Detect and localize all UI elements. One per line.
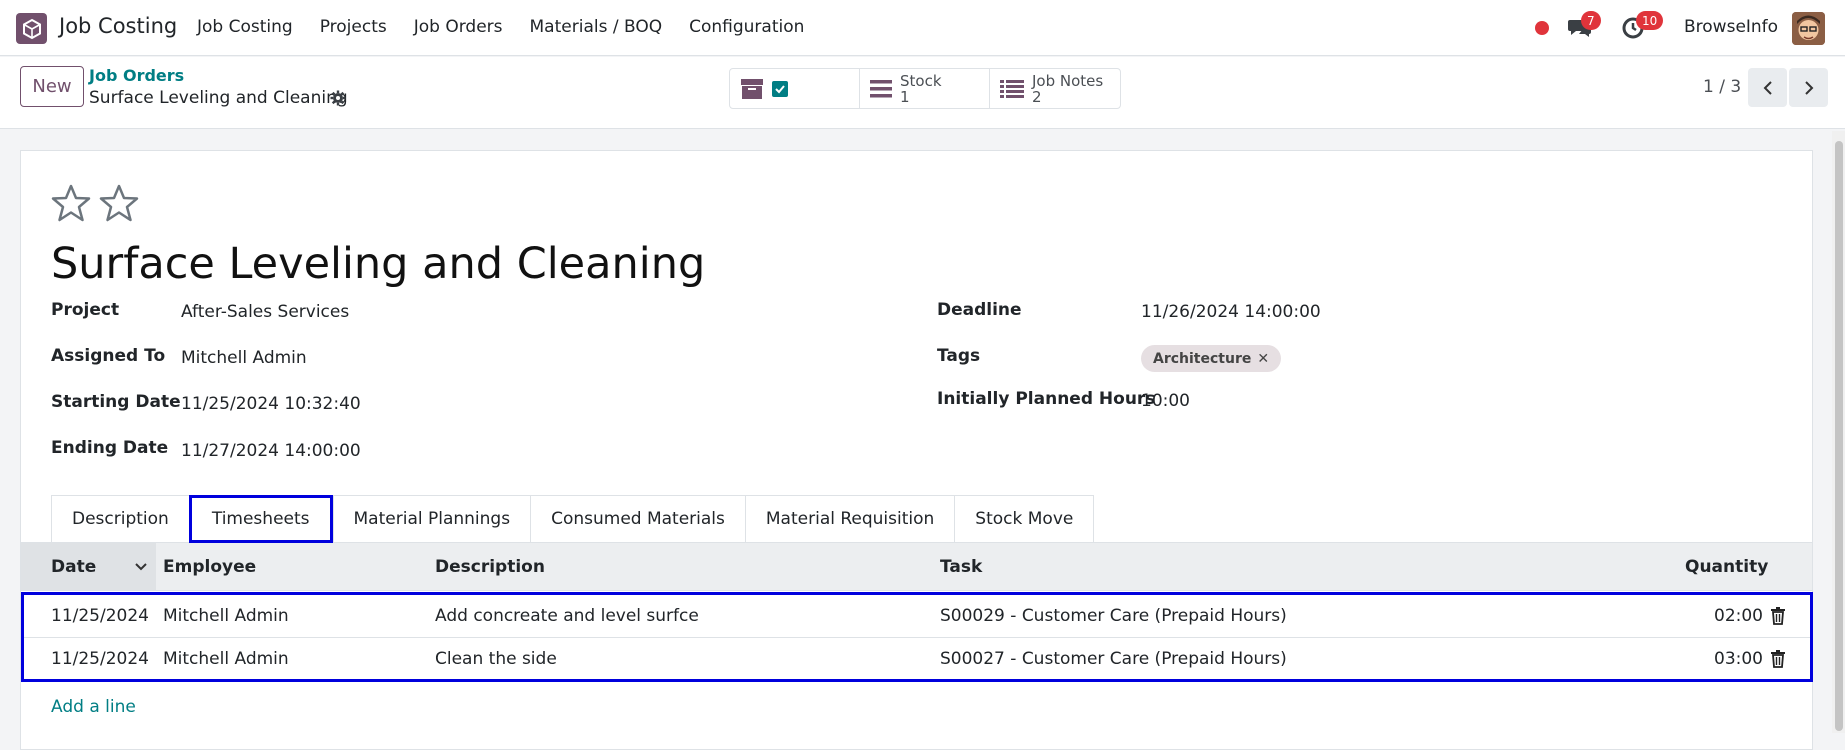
starting-date-field[interactable]: 11/25/2024 10:32:40 [181, 394, 361, 414]
pager-value[interactable]: 1 / 3 [1703, 77, 1741, 97]
table-row[interactable]: 11/25/2024 Mitchell Admin Clean the side… [24, 637, 1810, 679]
job-notes-label: Job Notes [1032, 71, 1104, 90]
add-line-link[interactable]: Add a line [51, 697, 136, 717]
deadline-label: Deadline [937, 300, 1022, 320]
menu-item-materials-boq[interactable]: Materials / BOQ [530, 17, 663, 37]
chevron-left-icon [1763, 80, 1772, 95]
planned-hours-label: Initially Planned Hours [937, 389, 1156, 409]
quantity-header[interactable]: Quantity [1685, 557, 1768, 577]
chevron-down-icon [135, 563, 147, 571]
date-column-header[interactable]: Date [21, 543, 156, 591]
star-outline-icon[interactable] [51, 184, 91, 222]
row-quantity[interactable]: 02:00 [1714, 606, 1763, 626]
assigned-to-label: Assigned To [51, 346, 166, 366]
date-header-label: Date [51, 557, 97, 577]
row-description[interactable]: Clean the side [435, 649, 557, 669]
menu-item-job-costing[interactable]: Job Costing [197, 17, 293, 37]
tag-label: Architecture [1153, 350, 1252, 367]
top-navbar: Job Costing Job Costing Projects Job Ord… [0, 0, 1845, 56]
recording-indicator-icon[interactable] [1535, 21, 1549, 35]
scrollbar-thumb[interactable] [1835, 141, 1843, 731]
row-date[interactable]: 11/25/2024 [51, 649, 149, 669]
stock-count: 1 [900, 87, 910, 106]
user-avatar[interactable] [1792, 12, 1825, 45]
job-notes-smart-button[interactable]: Job Notes 2 [990, 69, 1120, 108]
company-switcher[interactable]: BrowseInfo [1684, 17, 1778, 37]
star-outline-icon[interactable] [99, 184, 139, 222]
pager-previous-button[interactable] [1748, 68, 1787, 107]
new-button[interactable]: New [20, 66, 84, 107]
starting-date-label: Starting Date [51, 392, 181, 412]
pager-next-button[interactable] [1789, 68, 1828, 107]
main-menu: Job Costing Projects Job Orders Material… [197, 17, 804, 37]
project-label: Project [51, 300, 120, 320]
messages-badge: 7 [1581, 11, 1601, 30]
row-employee[interactable]: Mitchell Admin [163, 606, 289, 626]
tags-label: Tags [937, 346, 981, 366]
stock-label: Stock [900, 71, 942, 90]
description-header[interactable]: Description [435, 557, 545, 577]
tab-timesheets[interactable]: Timesheets [188, 495, 333, 543]
planned-hours-field[interactable]: 10:00 [1141, 391, 1190, 411]
checkbox-checked-icon [772, 80, 788, 97]
row-description[interactable]: Add concreate and level surfce [435, 606, 699, 626]
trash-icon[interactable] [1770, 607, 1786, 625]
gear-icon[interactable] [330, 90, 346, 106]
table-row[interactable]: 11/25/2024 Mitchell Admin Add concreate … [24, 595, 1810, 637]
row-quantity[interactable]: 03:00 [1714, 649, 1763, 669]
archive-toggle-button[interactable] [730, 69, 860, 108]
page-scrollbar[interactable] [1832, 131, 1845, 733]
table-header: Date Employee Description Task Quantity [21, 543, 1812, 591]
row-date[interactable]: 11/25/2024 [51, 606, 149, 626]
form-sheet: Surface Leveling and Cleaning Project Af… [20, 150, 1813, 750]
job-notes-count: 2 [1032, 87, 1042, 106]
tag-badge[interactable]: Architecture ✕ [1141, 345, 1282, 372]
notebook-tabs: Description Timesheets Material Planning… [51, 495, 1095, 543]
deadline-field[interactable]: 11/26/2024 14:00:00 [1141, 302, 1321, 322]
tab-material-plannings[interactable]: Material Plannings [332, 495, 531, 543]
menu-item-projects[interactable]: Projects [320, 17, 387, 37]
tab-consumed-materials[interactable]: Consumed Materials [530, 495, 745, 543]
ending-date-label: Ending Date [51, 438, 169, 458]
project-field[interactable]: After-Sales Services [181, 302, 349, 322]
timesheet-rows: 11/25/2024 Mitchell Admin Add concreate … [21, 592, 1813, 682]
priority-widget [51, 184, 139, 222]
row-task[interactable]: S00029 - Customer Care (Prepaid Hours) [940, 606, 1287, 626]
list-bullets-icon [1000, 79, 1024, 98]
app-logo-icon[interactable] [16, 13, 47, 44]
ending-date-field[interactable]: 11/27/2024 14:00:00 [181, 441, 361, 461]
trash-icon[interactable] [1770, 650, 1786, 668]
tab-description[interactable]: Description [51, 495, 189, 543]
app-name[interactable]: Job Costing [59, 14, 177, 38]
employee-header[interactable]: Employee [163, 557, 256, 577]
chevron-right-icon [1804, 80, 1813, 95]
tab-stock-move[interactable]: Stock Move [954, 495, 1095, 543]
list-icon [870, 79, 892, 97]
activities-badge: 10 [1636, 11, 1664, 30]
task-header[interactable]: Task [940, 557, 982, 577]
menu-item-job-orders[interactable]: Job Orders [414, 17, 503, 37]
tab-material-requisition[interactable]: Material Requisition [744, 495, 955, 543]
record-title[interactable]: Surface Leveling and Cleaning [51, 239, 705, 289]
row-task[interactable]: S00027 - Customer Care (Prepaid Hours) [940, 649, 1287, 669]
stock-smart-button[interactable]: Stock 1 [860, 69, 990, 108]
breadcrumb-current: Surface Leveling and Cleaning [89, 88, 348, 108]
row-employee[interactable]: Mitchell Admin [163, 649, 289, 669]
breadcrumb-parent[interactable]: Job Orders [89, 66, 184, 85]
menu-item-configuration[interactable]: Configuration [689, 17, 804, 37]
smart-buttons: Stock 1 Job Notes 2 [729, 68, 1121, 109]
archive-icon [741, 78, 763, 99]
close-icon[interactable]: ✕ [1257, 351, 1269, 367]
control-panel: New Job Orders Surface Leveling and Clea… [0, 57, 1845, 129]
assigned-to-field[interactable]: Mitchell Admin [181, 348, 307, 368]
